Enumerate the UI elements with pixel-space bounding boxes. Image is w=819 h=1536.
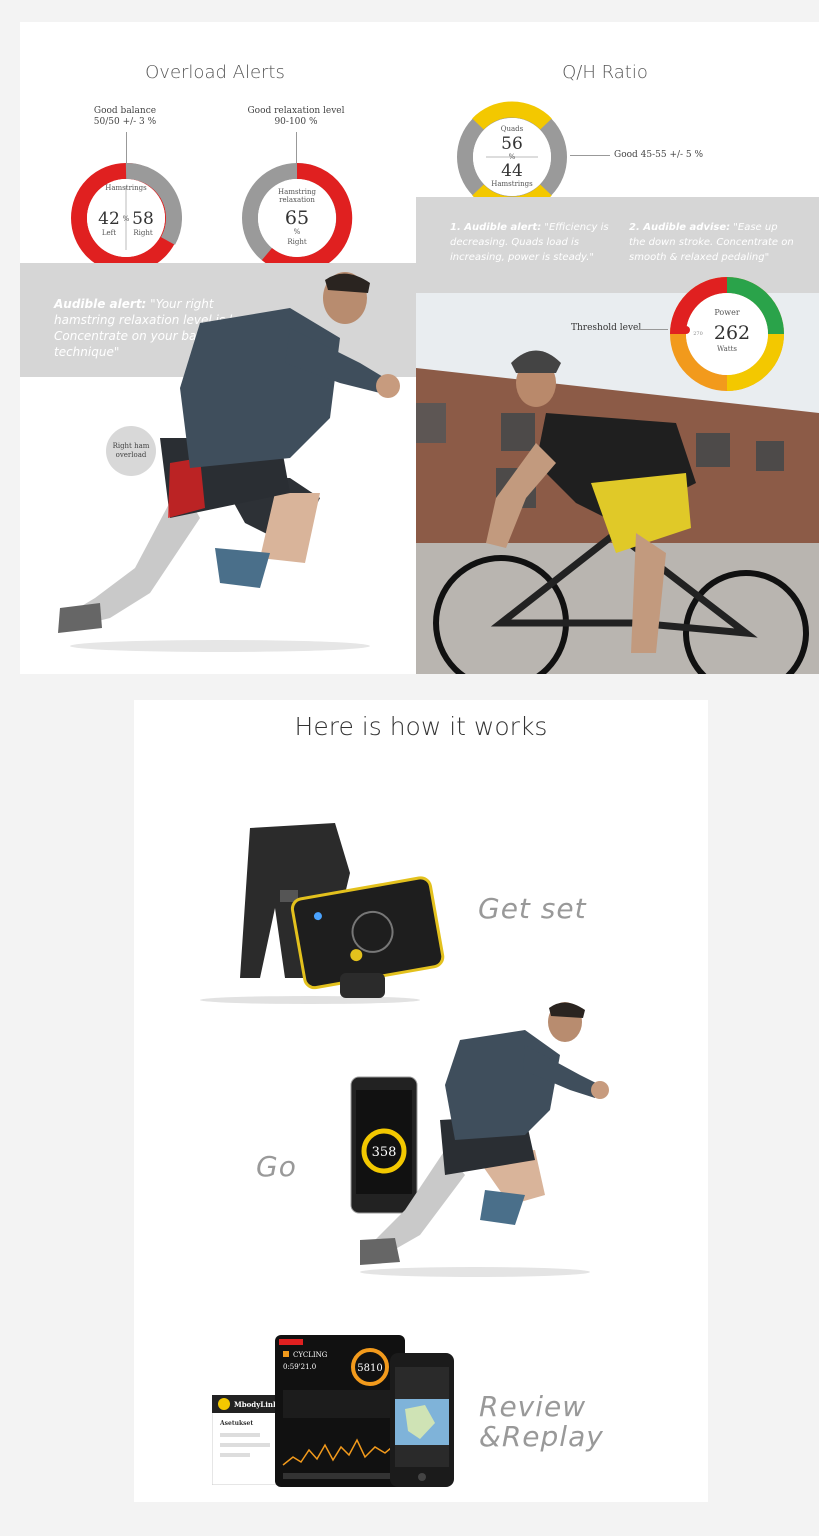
relax-range-text: 90-100 % <box>274 117 318 127</box>
shorts-device-image <box>200 823 445 1004</box>
hamstring-relaxation-gauge: Hamstring relaxation 65 % Right <box>242 162 353 273</box>
connector-line-2 <box>296 132 297 164</box>
tablet-image: CYCLING 0:59'21.0 5810 <box>275 1335 405 1487</box>
gauge1-right-value: 58 <box>132 209 154 229</box>
overload-title: Overload Alerts <box>145 62 285 83</box>
qh-top-value: 56 <box>501 134 523 154</box>
step3-label-line2: &Replay <box>479 1420 604 1453</box>
qh-bottom-label: Hamstrings <box>491 180 533 188</box>
relax-label: Good relaxation level 90-100 % <box>240 106 352 128</box>
gauge1-left-value: 42 <box>98 209 120 229</box>
gauge2-unit: % <box>294 228 301 236</box>
tablet-time: 0:59'21.0 <box>283 1363 316 1371</box>
balance-label-text: Good balance <box>93 106 157 116</box>
step1-label: Get set <box>478 892 587 925</box>
power-gauge: Power 262 270 Watts <box>670 277 784 391</box>
gauge1-right-label: Right <box>133 229 152 237</box>
threshold-label: Threshold level <box>571 323 642 333</box>
gauge1-sep: % <box>123 215 130 223</box>
gauge2-side: Right <box>287 238 306 246</box>
runner-image <box>58 272 400 652</box>
power-threshold-value: 270 <box>693 331 703 337</box>
power-label: Power <box>714 308 739 317</box>
qh-connector-line <box>570 155 610 156</box>
laptop-heading: Asetukset <box>219 1420 253 1427</box>
tablet-value: 5810 <box>357 1363 382 1374</box>
gauge2-value: 65 <box>285 207 309 229</box>
how-title: Here is how it works <box>294 712 548 741</box>
qh-alert-1-prefix: 1. Audible alert: <box>450 222 542 233</box>
qh-top-label: Quads <box>501 125 524 133</box>
callout-text: Right ham overload <box>112 442 150 459</box>
power-value: 262 <box>714 322 750 344</box>
qh-alert-2: 2. Audible advise: "Ease up the down str… <box>629 220 794 265</box>
relax-label-text: Good relaxation level <box>247 106 345 116</box>
balance-label: Good balance 50/50 +/- 3 % <box>80 106 170 128</box>
smartphone-map-image <box>390 1353 454 1487</box>
gauge1-label: Hamstrings <box>105 184 147 192</box>
tablet-activity: CYCLING <box>293 1351 328 1359</box>
step2-label: Go <box>256 1150 297 1183</box>
balance-range-text: 50/50 +/- 3 % <box>93 117 157 127</box>
step3-label-line1: Review <box>479 1390 587 1423</box>
qh-alert-1: 1. Audible alert: "Efficiency is decreas… <box>450 220 610 265</box>
qh-title: Q/H Ratio <box>562 62 648 83</box>
laptop-brand: MbodyLink <box>234 1400 278 1409</box>
runner-image-2 <box>360 1002 609 1277</box>
hamstring-balance-gauge: Hamstrings 42 58 % Left Right <box>71 162 182 273</box>
threshold-connector <box>638 329 668 330</box>
gauge2-label-1: Hamstring <box>278 188 316 196</box>
qh-alert-2-prefix: 2. Audible advise: <box>629 222 731 233</box>
qh-unit: % <box>509 153 516 161</box>
gauge2-label-2: relaxation <box>279 196 315 204</box>
step3-label: Review &Replay <box>479 1392 604 1452</box>
power-unit: Watts <box>717 345 737 353</box>
connector-line-1 <box>126 132 127 164</box>
qh-good-range: Good 45-55 +/- 5 % <box>614 150 704 160</box>
gauge1-left-label: Left <box>102 229 116 237</box>
qh-bottom-value: 44 <box>501 161 523 181</box>
